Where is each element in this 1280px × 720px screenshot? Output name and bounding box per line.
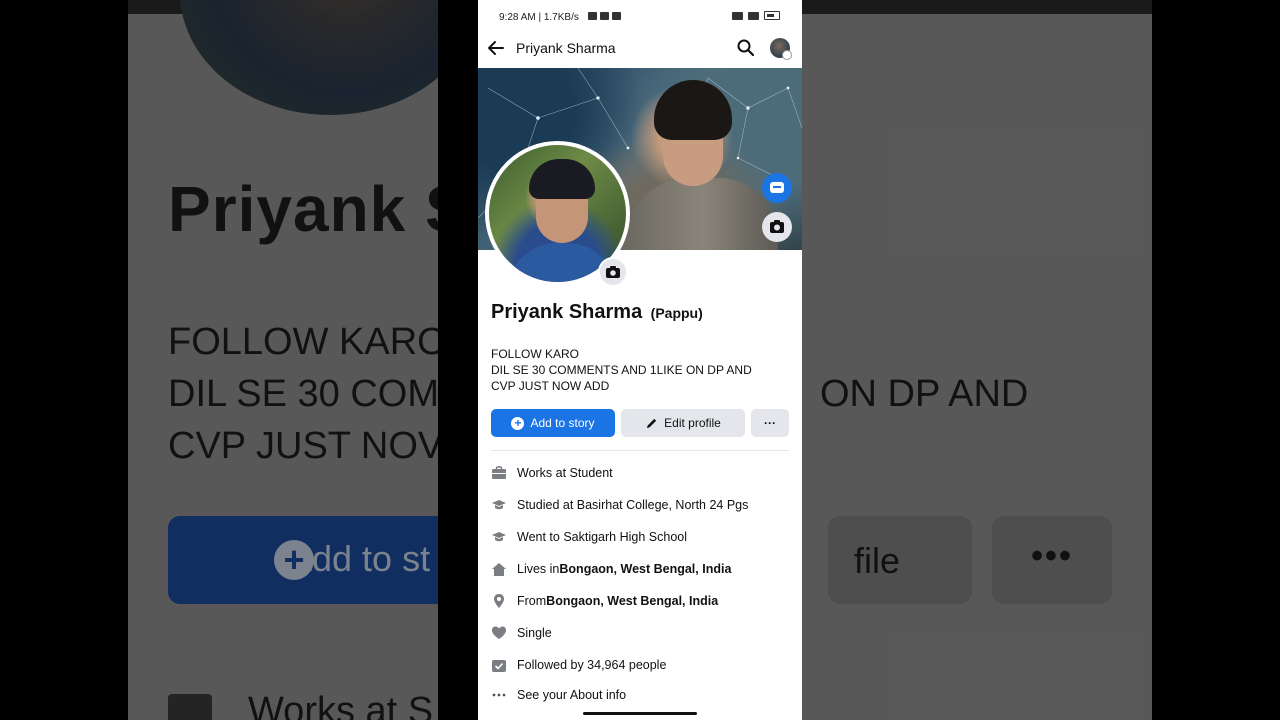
home-icon: [492, 563, 506, 576]
pencil-icon: [646, 418, 657, 428]
profile-name: Priyank Sharma: [491, 301, 643, 323]
heart-icon: [492, 626, 506, 639]
notification-icons: [588, 12, 621, 20]
info-relationship-text: Single: [517, 626, 552, 640]
video-notif-icon-2: [612, 12, 621, 20]
add-to-story-button[interactable]: + Add to story: [491, 409, 615, 437]
bio-line: DIL SE 30 COMMENTS AND 1LIKE ON DP AND: [491, 363, 752, 377]
signal-icon: [732, 11, 743, 20]
top-app-bar: Priyank Sharma: [478, 34, 802, 68]
info-went-text: Went to Saktigarh High School: [517, 530, 688, 544]
profile-camera-button[interactable]: [598, 257, 628, 287]
graduation-cap-icon: [492, 532, 506, 542]
phone-bezel: [438, 0, 478, 720]
info-from: From Bongaon, West Bengal, India: [491, 591, 791, 611]
briefcase-icon: [492, 466, 506, 479]
info-lives-place[interactable]: Bongaon, West Bengal, India: [559, 562, 731, 576]
back-arrow-icon[interactable]: [486, 38, 506, 58]
messenger-icon: [770, 182, 784, 193]
account-avatar[interactable]: [770, 38, 792, 60]
divider: [491, 450, 789, 451]
more-options-button[interactable]: ···: [751, 409, 789, 437]
app-notif-icon: [600, 12, 609, 20]
status-bar: 9:28 AM | 1.7KB/s: [478, 0, 802, 34]
battery-icon: [764, 11, 780, 20]
cover-camera-button[interactable]: [762, 212, 792, 242]
followers-icon: [492, 660, 506, 672]
info-about[interactable]: See your About info: [491, 685, 791, 705]
header-title: Priyank Sharma: [516, 40, 616, 56]
info-relationship: Single: [491, 623, 791, 643]
camera-icon: [606, 266, 620, 278]
bg-dim-right: [802, 0, 1152, 720]
status-time: 9:28 AM | 1.7KB/s: [499, 12, 579, 23]
info-studied-text: Studied at Basirhat College, North 24 Pg…: [517, 498, 749, 512]
facebook-profile-screen: 9:28 AM | 1.7KB/s Priyank Sharma Priyank…: [478, 0, 802, 720]
plus-icon: +: [511, 416, 525, 430]
profile-bio: FOLLOW KARO DIL SE 30 COMMENTS AND 1LIKE…: [491, 346, 791, 394]
info-from-place[interactable]: Bongaon, West Bengal, India: [546, 594, 718, 608]
profile-nickname: (Pappu): [650, 305, 703, 321]
info-lives-prefix: Lives in: [517, 562, 560, 576]
info-followers-text[interactable]: Followed by 34,964 people: [517, 658, 666, 672]
video-frame: Priyank S FOLLOW KARO DIL SE 30 COM ON DP…: [0, 0, 1280, 720]
messenger-button[interactable]: [762, 173, 792, 203]
info-studied: Studied at Basirhat College, North 24 Pg…: [491, 495, 791, 515]
avatar-hair: [529, 159, 595, 199]
bg-dim-left: [128, 0, 438, 720]
system-icons: [732, 11, 780, 20]
info-about-text: See your About info: [517, 688, 627, 702]
bio-line: CVP JUST NOW ADD: [491, 379, 610, 393]
info-lives: Lives in Bongaon, West Bengal, India: [491, 559, 791, 579]
info-followers: Followed by 34,964 people: [491, 655, 791, 675]
info-work: Works at Student: [491, 463, 791, 483]
search-icon[interactable]: [736, 38, 756, 58]
graduation-cap-icon: [492, 500, 506, 510]
phone-frame: 9:28 AM | 1.7KB/s Priyank Sharma Priyank…: [438, 0, 802, 720]
camera-icon: [770, 220, 784, 233]
video-notif-icon: [588, 12, 597, 20]
edit-profile-button[interactable]: Edit profile: [621, 409, 745, 437]
home-indicator[interactable]: [583, 712, 697, 715]
more-dots-icon: [492, 693, 506, 697]
bio-line: FOLLOW KARO: [491, 347, 580, 361]
location-pin-icon: [494, 594, 504, 608]
info-from-prefix: From: [517, 594, 547, 608]
add-to-story-label: Add to story: [530, 416, 595, 430]
edit-profile-label: Edit profile: [664, 416, 721, 430]
info-went: Went to Saktigarh High School: [491, 527, 791, 547]
info-work-text: Works at Student: [517, 466, 613, 480]
wifi-icon: [748, 11, 759, 20]
profile-name-row: Priyank Sharma (Pappu): [491, 301, 703, 324]
